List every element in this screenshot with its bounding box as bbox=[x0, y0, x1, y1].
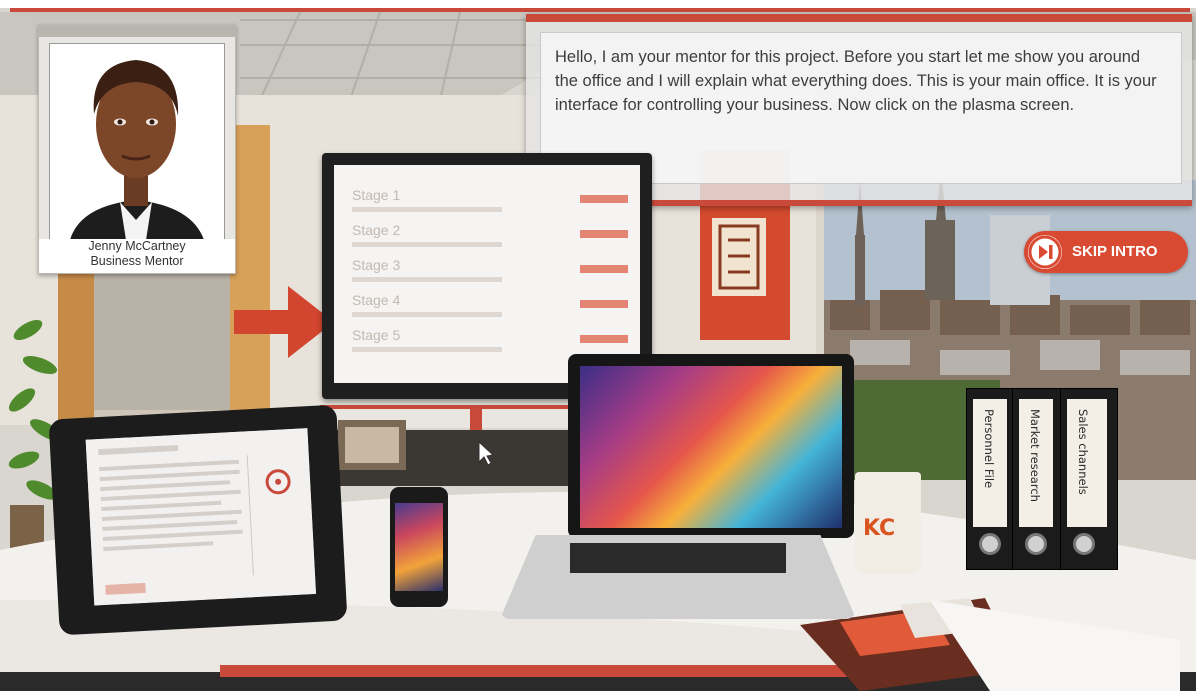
binder-sales-channels[interactable]: Sales channels bbox=[1060, 388, 1118, 570]
office-scene: Jenny McCartney Business Mentor Hello, I… bbox=[0, 0, 1196, 691]
binder-label: Sales channels bbox=[1067, 399, 1107, 527]
mentor-portrait bbox=[50, 44, 224, 240]
binder-ring-icon bbox=[1073, 533, 1095, 555]
dialog-text: Hello, I am your mentor for this project… bbox=[555, 48, 1157, 114]
laptop[interactable] bbox=[568, 354, 854, 538]
binder-label: Personnel File bbox=[973, 399, 1007, 527]
laptop-keyboard-base bbox=[500, 535, 856, 619]
stage-title: Stage 3 bbox=[352, 257, 401, 273]
binder-market-research[interactable]: Market research bbox=[1012, 388, 1062, 570]
laptop-keyboard bbox=[570, 543, 786, 573]
stage-button bbox=[580, 195, 628, 203]
stage-item: Stage 2 bbox=[346, 222, 636, 256]
mentor-card: Jenny McCartney Business Mentor bbox=[38, 24, 236, 274]
dialog-top-bar bbox=[526, 14, 1192, 22]
mentor-card-header-strip bbox=[39, 25, 235, 37]
plasma-screen-display: Stage 1 Stage 2 Stage 3 Stage 4 Stage 5 bbox=[334, 165, 640, 383]
skip-intro-label: SKIP INTRO bbox=[1072, 243, 1158, 260]
stage-description-placeholder bbox=[352, 312, 502, 317]
stage-title: Stage 1 bbox=[352, 187, 401, 203]
tablet-screen bbox=[85, 428, 317, 606]
mentor-caption: Jenny McCartney Business Mentor bbox=[39, 239, 235, 273]
stage-description-placeholder bbox=[352, 277, 502, 282]
stage-item: Stage 4 bbox=[346, 292, 636, 326]
stage-title: Stage 2 bbox=[352, 222, 401, 238]
smartphone-screen bbox=[395, 503, 443, 591]
mentor-name: Jenny McCartney bbox=[88, 239, 186, 253]
coffee-cup: KC bbox=[855, 472, 921, 574]
stage-button bbox=[580, 230, 628, 238]
tablet-document bbox=[85, 428, 317, 606]
cup-logo: KC bbox=[863, 516, 896, 541]
skip-intro-button[interactable]: SKIP INTRO bbox=[1024, 231, 1188, 273]
mentor-role: Business Mentor bbox=[90, 254, 184, 268]
stage-description-placeholder bbox=[352, 242, 502, 247]
smartphone[interactable] bbox=[390, 487, 448, 607]
stage-button bbox=[580, 300, 628, 308]
binder-ring-icon bbox=[1025, 533, 1047, 555]
skip-forward-icon bbox=[1028, 235, 1062, 269]
stage-button bbox=[580, 265, 628, 273]
stage-description-placeholder bbox=[352, 207, 502, 212]
binder-label-text: Personnel File bbox=[982, 409, 996, 489]
binder-label-text: Sales channels bbox=[1076, 409, 1090, 495]
stage-item: Stage 1 bbox=[346, 187, 636, 221]
stage-item: Stage 3 bbox=[346, 257, 636, 291]
stage-button bbox=[580, 335, 628, 343]
tablet[interactable] bbox=[48, 404, 348, 636]
binder-label-text: Market research bbox=[1028, 409, 1042, 502]
stage-description-placeholder bbox=[352, 347, 502, 352]
stage-title: Stage 4 bbox=[352, 292, 401, 308]
mentor-avatar bbox=[49, 43, 225, 241]
binder-ring-icon bbox=[979, 533, 1001, 555]
laptop-screen bbox=[580, 366, 842, 528]
binder-personnel-file[interactable]: Personnel File bbox=[966, 388, 1016, 570]
stage-title: Stage 5 bbox=[352, 327, 401, 343]
binder-label: Market research bbox=[1019, 399, 1053, 527]
